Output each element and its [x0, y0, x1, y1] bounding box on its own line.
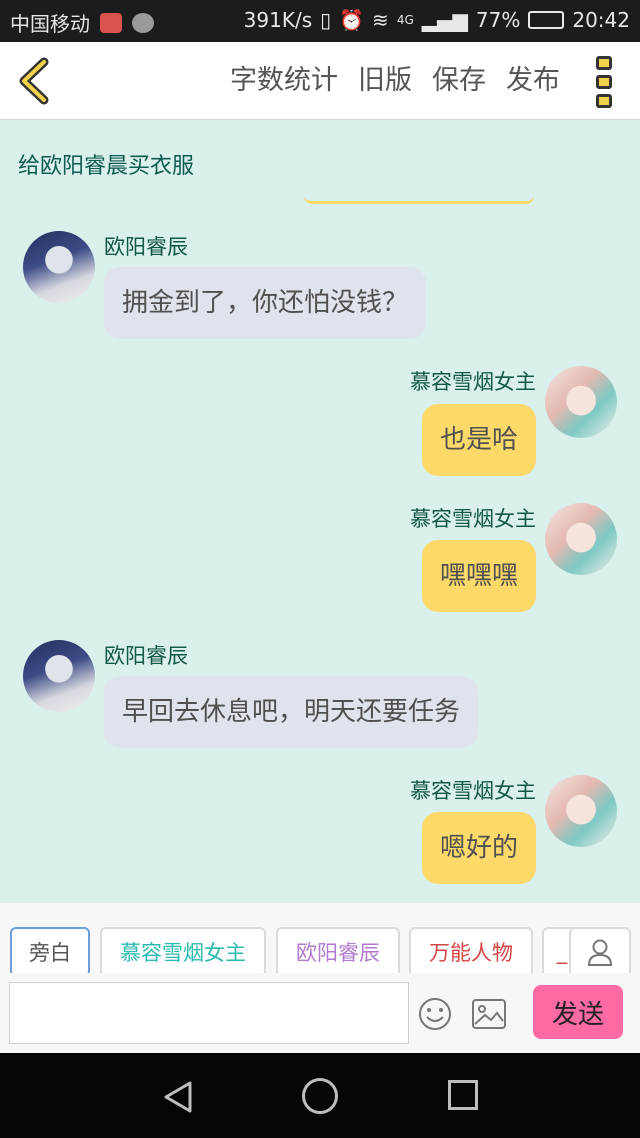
sender-name: 欧阳睿辰 — [104, 235, 188, 259]
notification-app-icon — [100, 12, 122, 33]
message-bubble[interactable]: 嗯好的 — [421, 812, 536, 884]
old-version-button[interactable]: 旧版 — [358, 64, 412, 98]
role-ouyang-button[interactable]: 欧阳睿辰 — [276, 927, 400, 977]
composer-bar: 发送 — [0, 973, 640, 1053]
alarm-icon: ⏰ — [339, 8, 365, 32]
editor-toolbar: 字数统计 旧版 保存 发布 — [0, 42, 640, 120]
sender-name: 慕容雪烟女主 — [410, 779, 536, 803]
nav-recents-icon[interactable] — [448, 1080, 478, 1110]
carrier-label: 中国移动 — [10, 12, 90, 36]
word-count-button[interactable]: 字数统计 — [230, 64, 338, 98]
role-universal-button[interactable]: 万能人物 — [409, 927, 533, 977]
send-button[interactable]: 发送 — [533, 985, 623, 1039]
story-title: 给欧阳睿晨买衣服 — [18, 154, 195, 179]
signal-icon: ▂▄▆ — [421, 8, 468, 32]
message-input[interactable] — [9, 982, 409, 1044]
nav-back-icon[interactable] — [162, 1080, 194, 1114]
message-bubble[interactable]: 拥金到了，你还怕没钱？ — [104, 267, 427, 339]
avatar[interactable] — [545, 775, 617, 847]
message-bubble[interactable]: 早回去休息吧，明天还要任务 — [104, 676, 479, 748]
message-bubble[interactable]: 嘿嘿嘿 — [421, 540, 536, 612]
person-icon[interactable] — [569, 927, 631, 977]
role-narrator-button[interactable]: 旁白 — [10, 927, 90, 977]
nav-home-icon[interactable] — [302, 1078, 338, 1114]
system-nav-bar — [0, 1053, 640, 1138]
role-selector: 旁白 慕容雪烟女主 欧阳睿辰 万能人物 _ — [0, 903, 640, 977]
avatar[interactable] — [23, 640, 95, 712]
sender-name: 慕容雪烟女主 — [410, 370, 536, 394]
avatar[interactable] — [545, 366, 617, 438]
previous-bubble-edge — [304, 196, 534, 204]
battery-icon — [528, 11, 565, 29]
status-bar: 中国移动 391K/s ▯ ⏰ ≋ 4G ▂▄▆ 77% 20:42 — [0, 0, 640, 42]
role-murong-button[interactable]: 慕容雪烟女主 — [100, 927, 266, 977]
publish-button[interactable]: 发布 — [506, 64, 560, 98]
emoji-icon[interactable] — [418, 997, 452, 1031]
net-speed: 391K/s — [243, 8, 313, 32]
battery-percent: 77% — [475, 8, 521, 32]
avatar[interactable] — [545, 503, 617, 575]
back-arrow-icon[interactable] — [14, 56, 58, 106]
vibrate-icon: ▯ — [320, 8, 332, 32]
wifi-icon: ≋ — [372, 8, 389, 32]
avatar[interactable] — [23, 231, 95, 303]
more-menu-icon[interactable] — [596, 56, 618, 108]
chat-area[interactable]: 给欧阳睿晨买衣服 欧阳睿辰 拥金到了，你还怕没钱？ 慕容雪烟女主 也是哈 慕容雪… — [0, 120, 640, 903]
message-bubble[interactable]: 也是哈 — [421, 404, 536, 476]
network-type: 4G — [396, 13, 414, 27]
image-icon[interactable] — [472, 999, 506, 1029]
notification-app-icon-2 — [132, 12, 154, 33]
clock: 20:42 — [572, 8, 630, 32]
sender-name: 慕容雪烟女主 — [410, 507, 536, 531]
sender-name: 欧阳睿辰 — [104, 644, 188, 668]
save-button[interactable]: 保存 — [432, 64, 486, 98]
